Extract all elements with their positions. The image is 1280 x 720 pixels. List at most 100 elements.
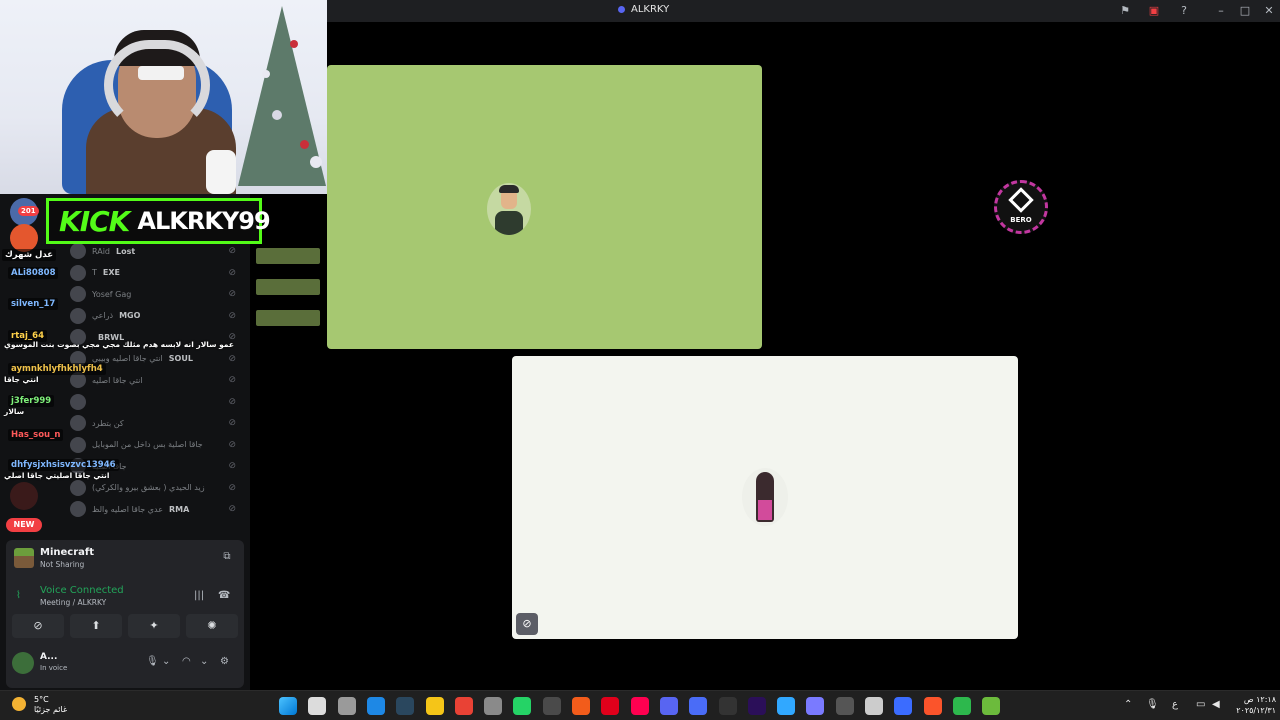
activity-status: Not Sharing xyxy=(40,560,85,569)
brave-icon[interactable] xyxy=(923,697,942,715)
photoshop-icon[interactable] xyxy=(777,697,796,715)
camera-off-button[interactable]: ⊘ xyxy=(12,614,64,638)
temperature: 5°C xyxy=(34,695,49,704)
microphone-icon[interactable]: 🎙 xyxy=(1146,699,1159,710)
signal-icon[interactable]: ⌇ xyxy=(16,590,21,601)
capcut-alt-icon[interactable] xyxy=(835,697,854,715)
participant-tile[interactable]: ⊘ xyxy=(512,356,1018,639)
kick-logo: KICK xyxy=(59,204,130,238)
kick-banner: KICK ALKRKY99 xyxy=(46,198,271,244)
ornament xyxy=(290,40,298,48)
camera-off-icon: ⊘ xyxy=(33,619,43,632)
chat-username[interactable]: dhfysjxhsisvzvc13946 xyxy=(8,459,119,471)
activity-title: Minecraft xyxy=(40,547,95,558)
minimize-icon[interactable]: – xyxy=(1213,3,1229,19)
chat-username[interactable]: aymnkhlyfhkhlyfh4 xyxy=(8,363,106,375)
participant-tile[interactable] xyxy=(327,65,762,349)
brave-alt-icon[interactable] xyxy=(572,697,590,715)
microphone-icon[interactable]: 🎙 xyxy=(146,656,159,667)
volume-icon[interactable]: ◀ xyxy=(1212,699,1220,710)
weather-widget[interactable]: 5°C غائم جزئيًا xyxy=(12,695,67,715)
date: ٢٠٢٥/١٢/٣١ xyxy=(1236,706,1276,715)
cup xyxy=(206,150,236,194)
voice-channel[interactable]: Meeting / ALKRKY xyxy=(40,598,106,607)
opera-icon[interactable] xyxy=(601,697,620,715)
inbox-icon[interactable]: ⚑ xyxy=(1117,3,1133,19)
settings-icon[interactable] xyxy=(865,697,883,715)
chatgpt-icon[interactable] xyxy=(542,697,561,715)
avatar xyxy=(742,468,788,526)
activity-bar xyxy=(256,248,320,264)
window-title-text: ALKRKY xyxy=(631,4,670,15)
edge-icon[interactable] xyxy=(366,697,385,715)
chevron-down-icon[interactable]: ⌄ xyxy=(162,656,170,667)
chat-username[interactable]: j3fer999 xyxy=(8,395,55,407)
gear-icon[interactable]: ⚙ xyxy=(220,656,229,667)
activity-bar xyxy=(256,279,320,295)
chat-message: عمو سالار انه لابسه هدم مثلك مجي مجي بصو… xyxy=(4,340,234,349)
clock[interactable]: ١٢:١٨ ص ٢٠٢٥/١٢/٣١ xyxy=(1232,694,1276,716)
premiere-icon[interactable] xyxy=(747,697,766,715)
chat-username[interactable]: silven_17 xyxy=(8,298,59,310)
bero-label: BERO xyxy=(1010,216,1032,224)
windows-icon[interactable] xyxy=(279,697,297,715)
ornament xyxy=(300,140,309,149)
pc-manager-icon[interactable] xyxy=(484,697,503,715)
headphones xyxy=(104,40,210,130)
headphones-icon[interactable]: ◠ xyxy=(182,656,191,667)
soundboard-icon: ✺ xyxy=(207,619,217,632)
participant-avatar-bero[interactable]: BERO xyxy=(994,180,1048,234)
capcut-icon[interactable] xyxy=(718,697,737,715)
noise-suppression-icon[interactable]: ||| xyxy=(194,590,204,601)
screen-share-button[interactable]: ⬆ xyxy=(70,614,122,638)
bero-logo-icon xyxy=(1008,187,1034,213)
screen-share-icon[interactable]: ▣ xyxy=(1146,3,1162,19)
weather-icon xyxy=(12,697,26,711)
app-green-icon[interactable] xyxy=(952,697,971,715)
whatsapp-icon[interactable] xyxy=(513,697,532,715)
avatar-hair xyxy=(499,185,519,193)
steam-icon[interactable] xyxy=(396,697,415,715)
stream-chat-overlay: عدل شهرك ALi80808 silven_17 rtaj_64 عمو سالا… xyxy=(0,200,250,540)
kick-channel-name: ALKRKY99 xyxy=(137,207,270,235)
window-title: ALKRKY xyxy=(618,4,669,15)
screen-share-icon: ⬆ xyxy=(91,619,101,632)
language-indicator[interactable]: ع xyxy=(1172,699,1178,710)
file-explorer-icon[interactable] xyxy=(425,697,444,715)
task-view-icon[interactable] xyxy=(337,697,356,715)
stream-game-icon[interactable]: ⧉ xyxy=(220,550,234,564)
voice-status[interactable]: Voice Connected xyxy=(40,585,124,596)
chrome-icon[interactable] xyxy=(454,697,473,715)
display-icon[interactable]: ▭ xyxy=(1196,699,1205,710)
app-wave-icon[interactable] xyxy=(894,697,913,715)
tiktok-icon[interactable] xyxy=(630,697,649,715)
activity-bar xyxy=(256,310,320,326)
voice-panel: Minecraft Not Sharing ⧉ ⌇ Voice Connecte… xyxy=(6,540,244,688)
user-name[interactable]: A... xyxy=(40,652,57,662)
chevron-down-icon[interactable]: ⌄ xyxy=(200,656,208,667)
chat-message: انتي جاقا اصليتي جاقا اصلي xyxy=(4,471,110,480)
avatar-body xyxy=(495,211,523,235)
user-status: In voice xyxy=(40,664,68,672)
close-icon[interactable]: ✕ xyxy=(1261,3,1277,19)
chevron-up-icon[interactable]: ⌃ xyxy=(1124,699,1132,710)
ornament xyxy=(272,110,282,120)
ornament xyxy=(262,70,270,78)
chat-username[interactable]: عدل شهرك xyxy=(2,249,57,261)
discord-icon[interactable] xyxy=(659,697,678,715)
new-badge[interactable]: NEW xyxy=(6,518,42,532)
maximize-icon[interactable]: □ xyxy=(1237,3,1253,19)
minecraft-icon[interactable] xyxy=(982,697,1001,715)
app-blue-icon[interactable] xyxy=(689,697,708,715)
soundboard-button[interactable]: ✺ xyxy=(186,614,238,638)
activities-button[interactable]: ✦ xyxy=(128,614,180,638)
disconnect-icon[interactable]: ☎ xyxy=(218,590,230,601)
game-controller-icon[interactable] xyxy=(806,697,825,715)
webcam-feed xyxy=(0,0,327,194)
chat-username[interactable]: Has_sou_n xyxy=(8,429,64,441)
search-icon[interactable] xyxy=(308,697,327,715)
avatar[interactable] xyxy=(12,652,34,674)
chat-username[interactable]: ALi80808 xyxy=(8,267,59,279)
muted-icon[interactable]: ⊘ xyxy=(516,613,538,635)
help-icon[interactable]: ? xyxy=(1176,3,1192,19)
